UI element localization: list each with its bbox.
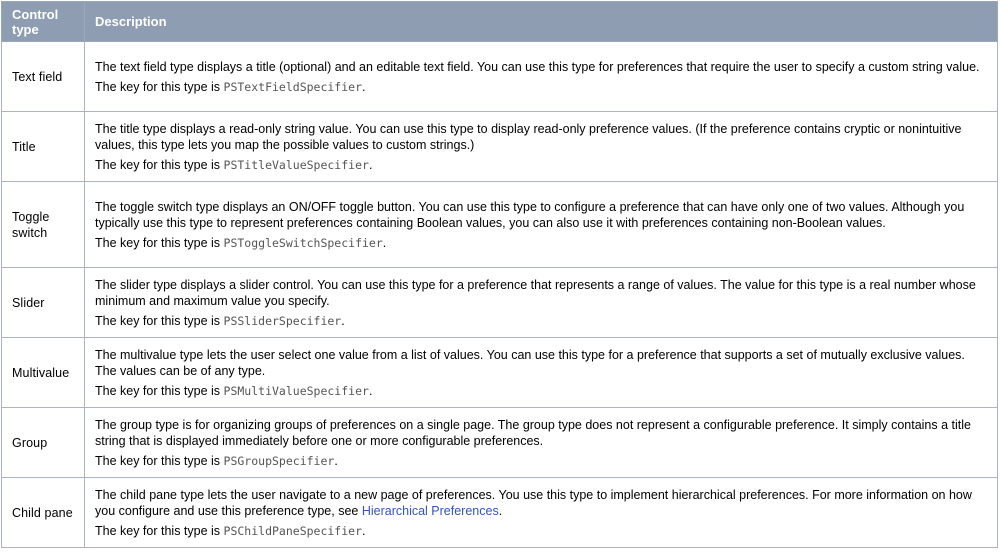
table-row: Child pane The child pane type lets the … [1, 477, 998, 548]
key-code: PSTitleValueSpecifier [223, 157, 369, 172]
key-prefix: The key for this type is [95, 157, 224, 172]
hierarchical-preferences-link[interactable]: Hierarchical Preferences [362, 504, 499, 518]
key-code: PSGroupSpecifier [223, 453, 335, 468]
key-line: The key for this type is PSToggleSwitchS… [95, 235, 987, 251]
control-type-cell: Text field [1, 41, 85, 112]
key-suffix: . [341, 313, 345, 328]
key-line: The key for this type is PSChildPaneSpec… [95, 523, 987, 539]
key-prefix: The key for this type is [95, 313, 224, 328]
table-row: Text field The text field type displays … [1, 41, 998, 112]
control-type-cell: Group [1, 407, 85, 478]
description-text: The child pane type lets the user naviga… [95, 487, 987, 519]
control-type-cell: Slider [1, 267, 85, 338]
key-prefix: The key for this type is [95, 383, 224, 398]
control-type-cell: Toggle switch [1, 181, 85, 268]
description-cell: The title type displays a read-only stri… [84, 111, 998, 182]
key-suffix: . [362, 523, 366, 538]
description-text: The toggle switch type displays an ON/OF… [95, 199, 965, 230]
description-cell: The slider type displays a slider contro… [84, 267, 998, 338]
key-code: PSTextFieldSpecifier [223, 79, 363, 94]
description-after-link: . [498, 503, 503, 518]
key-suffix: . [368, 383, 373, 398]
key-line: The key for this type is PSGroupSpecifie… [95, 453, 987, 469]
control-type-cell: Multivalue [1, 337, 85, 408]
description-text: The text field type displays a title (op… [95, 59, 980, 74]
key-line: The key for this type is PSSliderSpecifi… [95, 313, 987, 329]
control-type-cell: Child pane [1, 477, 85, 548]
description-cell: The group type is for organizing groups … [84, 407, 998, 478]
table-row: Title The title type displays a read-onl… [1, 111, 998, 182]
description-cell: The child pane type lets the user naviga… [84, 477, 998, 548]
key-suffix: . [382, 235, 387, 250]
key-prefix: The key for this type is [95, 79, 224, 94]
description-text: The slider type displays a slider contro… [95, 277, 976, 308]
description-before-link: The child pane type lets the user naviga… [95, 487, 972, 518]
key-prefix: The key for this type is [95, 523, 224, 538]
table-row: Slider The slider type displays a slider… [1, 267, 998, 338]
table-row: Multivalue The multivalue type lets the … [1, 337, 998, 408]
header-row: Control type Description [1, 1, 998, 42]
key-line: The key for this type is PSMultiValueSpe… [95, 383, 987, 399]
description-cell: The text field type displays a title (op… [84, 41, 998, 112]
key-line: The key for this type is PSTitleValueSpe… [95, 157, 987, 173]
table-body: Text field The text field type displays … [1, 41, 998, 548]
table-header: Control type Description [1, 1, 998, 42]
key-code: PSSliderSpecifier [223, 313, 342, 328]
key-code: PSToggleSwitchSpecifier [223, 235, 383, 250]
header-description: Description [84, 1, 998, 42]
key-suffix: . [362, 79, 366, 94]
key-suffix: . [368, 157, 373, 172]
description-text: The multivalue type lets the user select… [95, 347, 965, 378]
key-suffix: . [334, 453, 338, 468]
key-code: PSMultiValueSpecifier [223, 383, 369, 398]
key-prefix: The key for this type is [95, 453, 224, 468]
control-type-cell: Title [1, 111, 85, 182]
description-text: The group type is for organizing groups … [95, 417, 971, 448]
description-cell: The multivalue type lets the user select… [84, 337, 998, 408]
key-code: PSChildPaneSpecifier [223, 523, 363, 538]
control-types-table: Control type Description Text field The … [1, 1, 998, 548]
description-text: The title type displays a read-only stri… [95, 121, 962, 152]
key-prefix: The key for this type is [95, 235, 224, 250]
key-line: The key for this type is PSTextFieldSpec… [95, 79, 987, 95]
table-row: Group The group type is for organizing g… [1, 407, 998, 478]
table-row: Toggle switch The toggle switch type dis… [1, 181, 998, 268]
description-cell: The toggle switch type displays an ON/OF… [84, 181, 998, 268]
header-control-type: Control type [1, 1, 85, 42]
